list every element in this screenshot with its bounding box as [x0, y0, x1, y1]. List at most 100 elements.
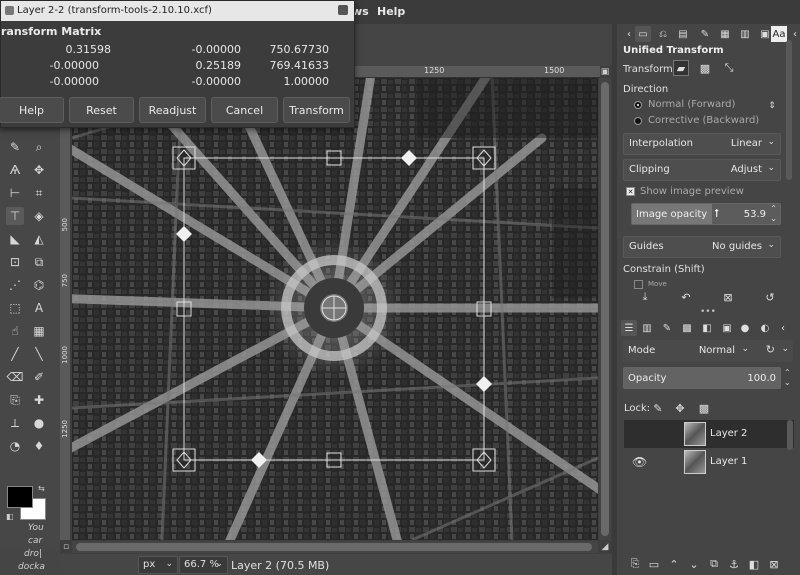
handle-transform-icon[interactable]: ⊡ — [6, 253, 24, 271]
reset-button[interactable]: Reset — [69, 97, 134, 123]
navigate-icon[interactable]: ▣ — [600, 67, 610, 77]
palettes-tab-icon[interactable]: ▣ — [719, 320, 735, 336]
device-status-icon[interactable]: ⎌ — [655, 26, 671, 42]
mask-layer-icon[interactable]: ◧ — [746, 556, 762, 572]
horizontal-scrollbar[interactable] — [72, 541, 598, 553]
direction-corrective-radio[interactable] — [634, 117, 642, 125]
undo-history-icon[interactable]: ▤ — [675, 26, 691, 42]
delete-layer-icon[interactable]: ⊠ — [766, 556, 782, 572]
new-group-icon[interactable]: ▭ — [646, 556, 662, 572]
spin-icon[interactable]: ⌃ ⌄ — [770, 204, 777, 224]
colormap-tab-icon[interactable]: ▩ — [679, 320, 695, 336]
horizontal-ruler[interactable]: 1250 1500 — [352, 66, 600, 78]
layer-name[interactable]: Layer 1 — [710, 456, 747, 467]
image-opacity-slider[interactable]: Image opacity ⭡ 53.9 ⌃ ⌄ — [631, 203, 781, 225]
restore-options-icon[interactable]: ↶ — [678, 289, 694, 305]
eye-icon[interactable]: 👁 — [632, 455, 647, 469]
clone-icon[interactable]: ⎘ — [6, 391, 24, 409]
ink-icon[interactable]: ♦ — [30, 437, 48, 455]
transform-selection-icon[interactable]: ▩ — [697, 60, 713, 76]
layer-opacity-slider[interactable]: Opacity 100.0 — [623, 367, 781, 389]
transform-button[interactable]: Transform — [283, 97, 350, 123]
show-preview-checkbox[interactable]: ✕ — [626, 187, 635, 196]
gradient-tool-icon[interactable]: ◭ — [30, 230, 48, 248]
zoom-image-icon[interactable]: ◢ — [600, 542, 610, 552]
channels-tab-icon[interactable]: ▥ — [639, 320, 655, 336]
text-tool-icon[interactable]: Ѧ — [6, 161, 24, 179]
interpolation-select[interactable]: Interpolation Linear ⌄ — [623, 133, 781, 155]
lock-pixels-icon[interactable]: ✎ — [650, 400, 666, 416]
fuzzy-select-icon[interactable]: ⋰ — [6, 276, 24, 294]
bucket-fill-icon[interactable]: ◣ — [6, 230, 24, 248]
crop-tool-icon[interactable]: ⌗ — [30, 184, 48, 202]
text-icon[interactable]: A — [30, 299, 48, 317]
paintbrush-icon[interactable]: ╱ — [6, 345, 24, 363]
opacity-spin-icon[interactable]: ⌃ ⌄ — [784, 368, 791, 388]
save-options-icon[interactable]: ⤓ — [637, 289, 653, 305]
paths-tool-icon[interactable]: ✎ — [6, 138, 24, 156]
layer-name[interactable]: Layer 2 — [710, 428, 747, 439]
direction-normal-radio[interactable] — [634, 101, 642, 109]
foreground-color-swatch-top[interactable] — [7, 486, 33, 508]
direction-corrective-label[interactable]: Corrective (Backward) — [648, 115, 759, 126]
zoom-tool-icon[interactable]: ⌕ — [30, 138, 48, 156]
mode-select[interactable]: Mode Normal ⌄ ↻ ⌄ — [623, 340, 793, 362]
heal-icon[interactable]: ✚ — [30, 391, 48, 409]
warp-tool-icon[interactable]: ◈ — [30, 207, 48, 225]
eraser-icon[interactable]: ⌫ — [6, 368, 24, 386]
duplicate-layer-icon[interactable]: ⧉ — [706, 556, 722, 572]
tool-options-tab-icon[interactable]: ▭ — [635, 26, 651, 42]
measure-icon[interactable]: ⟂ — [6, 414, 24, 432]
vertical-scrollbar[interactable] — [599, 78, 611, 540]
image-canvas[interactable] — [72, 78, 598, 540]
lock-alpha-icon[interactable]: ▩ — [696, 400, 712, 416]
close-icon[interactable] — [338, 5, 348, 15]
histogram-tab-icon[interactable]: ◧ — [699, 320, 715, 336]
layer-row[interactable]: Layer 2 — [624, 420, 794, 448]
fonts-icon[interactable]: Aa — [771, 26, 787, 42]
transform-path-icon[interactable]: ⤡ — [721, 60, 737, 76]
cancel-button[interactable]: Cancel — [211, 97, 278, 123]
gradients-icon[interactable]: ▥ — [737, 26, 753, 42]
tab-menu-icon[interactable]: ‹ — [775, 320, 791, 336]
align-tool-icon[interactable]: ⊢ — [6, 184, 24, 202]
help-button[interactable]: Help — [0, 97, 64, 123]
airbrush-icon[interactable]: ✐ — [30, 368, 48, 386]
cage-transform-icon[interactable]: ⧉ — [30, 253, 48, 271]
clipping-select[interactable]: Clipping Adjust ⌄ — [623, 159, 781, 181]
dialog-titlebar[interactable]: Layer 2-2 (transform-tools-2.10.10.xcf) — [1, 1, 354, 21]
lower-layer-icon[interactable]: ⌄ — [686, 556, 702, 572]
layer-row[interactable]: 👁 Layer 1 — [624, 448, 794, 476]
unified-transform-tool-icon[interactable]: ⊤ — [6, 207, 24, 225]
pencil-icon[interactable]: ╲ — [30, 345, 48, 363]
zoom-select[interactable]: 66.7 % ⌄ — [179, 556, 228, 574]
delete-options-icon[interactable]: ⊠ — [720, 289, 736, 305]
raise-layer-icon[interactable]: ⌃ — [666, 556, 682, 572]
direction-normal-label[interactable]: Normal (Forward) — [648, 99, 735, 110]
move-checkbox[interactable] — [634, 280, 643, 289]
transform-layer-icon[interactable]: ▰ — [673, 60, 689, 76]
free-select-icon[interactable]: ⌬ — [30, 276, 48, 294]
brush-tab-icon[interactable]: ◐ — [757, 320, 773, 336]
anchor-layer-icon[interactable]: ⚓ — [726, 556, 742, 572]
default-colors-icon[interactable]: ◧ — [6, 512, 14, 521]
lock-position-icon[interactable]: ✥ — [672, 400, 688, 416]
menu-help[interactable]: Help — [377, 5, 405, 18]
smudge-icon[interactable]: ☝ — [6, 322, 24, 340]
direction-stepper-icon[interactable]: ⇕ — [764, 98, 780, 114]
guides-select[interactable]: Guides No guides ⌄ — [623, 236, 781, 258]
quick-mask-icon[interactable]: ▫ — [61, 542, 71, 552]
show-preview-label[interactable]: Show image preview — [640, 186, 744, 197]
dodge-icon[interactable]: ◔ — [6, 437, 24, 455]
move-tool-icon[interactable]: ✥ — [30, 161, 48, 179]
pattern-icon[interactable]: ▦ — [30, 322, 48, 340]
new-layer-icon[interactable]: ⎘ — [627, 556, 643, 572]
swap-colors-icon[interactable]: ⇆ — [38, 484, 45, 493]
color-tab-icon[interactable]: ● — [737, 320, 753, 336]
brushes-icon[interactable]: ✎ — [697, 26, 713, 42]
blur-icon[interactable]: ● — [30, 414, 48, 432]
layers-tab-icon[interactable]: ☰ — [621, 320, 637, 336]
paths-tab-icon[interactable]: ✎ — [659, 320, 675, 336]
pane-handle-icon[interactable]: ••• — [700, 307, 716, 317]
reset-options-icon[interactable]: ↺ — [762, 289, 778, 305]
